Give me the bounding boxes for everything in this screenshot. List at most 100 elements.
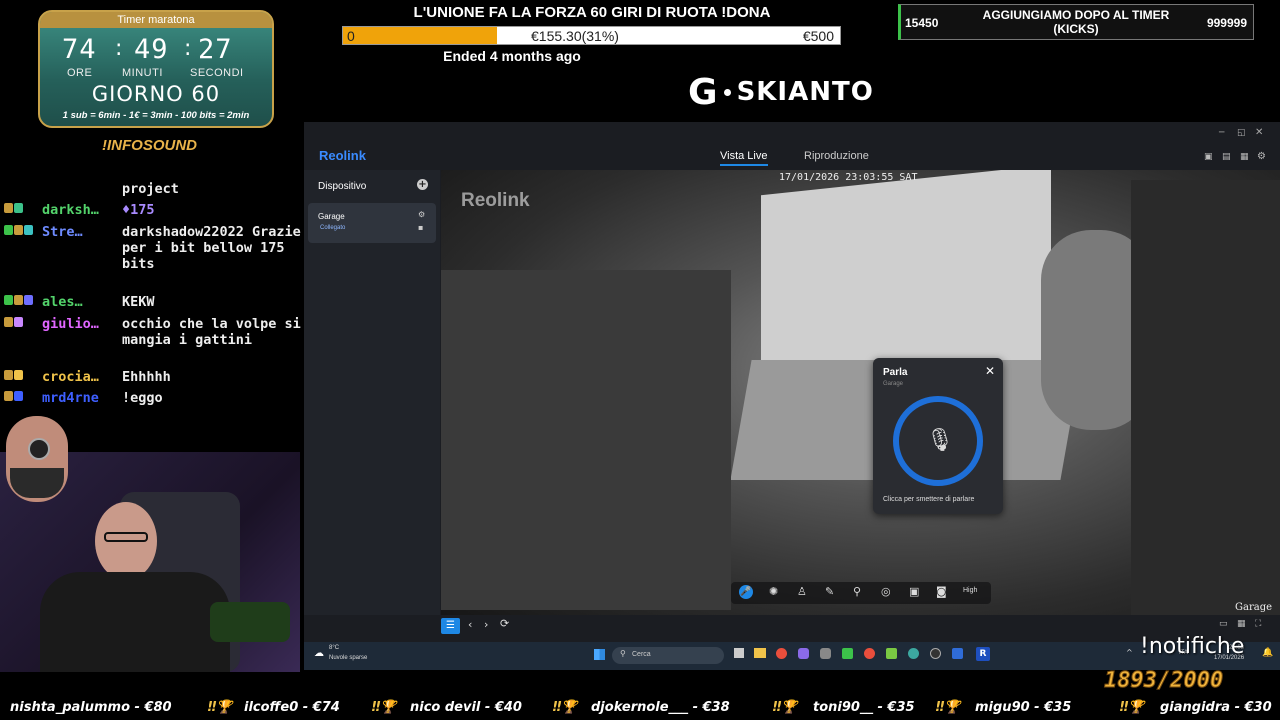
streamer-body — [40, 572, 230, 672]
grid-icon[interactable]: ▦ — [1237, 619, 1246, 629]
list-view-icon[interactable]: ☰ — [441, 618, 460, 634]
microphone-icon[interactable]: 🎤 — [739, 585, 753, 599]
weather-icon[interactable]: ☁ — [314, 648, 324, 659]
trophy-icon: ‼🏆 — [773, 700, 798, 715]
chat-badges — [4, 391, 24, 407]
search-icon: ⚲ — [620, 649, 626, 658]
layout-icon[interactable]: ▭ — [1219, 619, 1228, 629]
timer-day: GIORNO 60 — [91, 82, 221, 106]
infosound-label: !INFOSOUND — [102, 137, 197, 154]
kicks-text: AGGIUNGIAMO DOPO AL TIMER (KICKS) — [982, 8, 1170, 36]
pen-icon[interactable]: ✎ — [825, 585, 834, 598]
settings-icon[interactable]: ⚙ — [1257, 151, 1266, 162]
app-icon[interactable] — [864, 648, 875, 659]
emote-sunglasses — [28, 438, 50, 460]
video-watermark: Reolink — [461, 190, 530, 211]
close-icon[interactable]: ✕ — [985, 364, 995, 378]
message-icon[interactable]: ▣ — [1204, 152, 1213, 162]
tab-playback[interactable]: Riproduzione — [804, 150, 869, 162]
tray-chevron-icon[interactable]: ^ — [1126, 648, 1133, 657]
chat-username[interactable]: giulio… — [42, 316, 99, 332]
timer-hours: 74 — [62, 34, 97, 65]
minimize-icon[interactable]: ─ — [1219, 128, 1224, 138]
chat-message-text: project — [122, 181, 179, 197]
fullscreen-icon[interactable]: ⛶ — [1255, 619, 1261, 629]
device-edit-icon[interactable]: ▪ — [418, 223, 423, 232]
app-icon[interactable] — [886, 648, 897, 659]
snapshot-icon[interactable]: ◙ — [936, 585, 947, 598]
trophy-icon: ‼🏆 — [208, 700, 233, 715]
restore-icon[interactable]: ◱ — [1237, 128, 1246, 138]
chat-username[interactable]: mrd4rne — [42, 390, 99, 406]
explorer-icon[interactable] — [754, 648, 766, 658]
notification-bell-icon[interactable]: 🔔 — [1262, 648, 1273, 658]
weather-desc: Nuvole sparse — [329, 655, 368, 661]
kicks-goal-box: 15450 AGGIUNGIAMO DOPO AL TIMER (KICKS) … — [898, 4, 1254, 40]
glasses — [104, 532, 148, 542]
record-icon[interactable]: ▣ — [909, 585, 919, 598]
shelves — [441, 270, 731, 610]
obs-icon[interactable] — [930, 648, 941, 659]
windows-taskbar: ☁ 8°C Nuvole sparse ⚲ Cerca R ^ ITA 23:0… — [304, 642, 1280, 670]
kicks-target: 999999 — [1206, 16, 1247, 30]
donation-ticker: nishta_palummo - €80 ‼🏆 ilcoffe0 - €74 ‼… — [0, 696, 1280, 720]
refresh-icon[interactable]: ⟳ — [500, 617, 509, 630]
zoom-icon[interactable]: ⚲ — [853, 585, 861, 598]
live-video-feed[interactable]: Reolink 17/01/2026 23:03:55 SAT Garage 🎤… — [441, 170, 1280, 615]
weather-temp: 8°C — [329, 645, 340, 651]
lock-icon[interactable]: ▦ — [1240, 152, 1249, 162]
ticker-item: giangidra - €30 — [1160, 700, 1272, 715]
reolink-app-icon[interactable]: R — [976, 647, 990, 661]
talk-button[interactable]: 🎙 — [893, 396, 983, 486]
logo-letter: G — [688, 71, 718, 113]
taskview-icon[interactable] — [734, 648, 744, 658]
close-icon[interactable]: ✕ — [1255, 127, 1263, 138]
chat-message-text: KEKW — [122, 294, 155, 310]
next-icon[interactable]: › — [484, 618, 488, 631]
steam-icon[interactable] — [952, 648, 963, 659]
chat-message-text: ♦175 — [122, 202, 155, 218]
chat-icon[interactable]: ▤ — [1222, 152, 1231, 162]
timer-minutes: 49 — [134, 34, 169, 65]
talk-dialog-title: Parla — [883, 367, 908, 378]
donation-start: 0 — [347, 28, 355, 44]
chat-badges — [4, 317, 24, 333]
device-item-garage[interactable]: Garage Collegato ⚙ ▪ — [308, 203, 436, 243]
talk-hint: Clicca per smettere di parlare — [883, 496, 975, 503]
tab-live[interactable]: Vista Live — [720, 150, 768, 166]
siren-icon[interactable]: ♙ — [797, 585, 807, 598]
prev-icon[interactable]: ‹ — [468, 618, 472, 631]
chat-username[interactable]: ales… — [42, 294, 83, 310]
chat-username[interactable]: crocia… — [42, 369, 99, 385]
quality-toggle[interactable]: High — [963, 587, 977, 594]
desk-plant — [210, 602, 290, 642]
app-icon[interactable] — [842, 648, 853, 659]
donation-goal-title: L'UNIONE FA LA FORZA 60 GIRI DI RUOTA !D… — [413, 4, 771, 21]
app-icon[interactable] — [798, 648, 809, 659]
timer-colon: : — [184, 36, 192, 61]
windows-start-icon[interactable] — [594, 649, 605, 660]
camera-label: Garage — [1235, 602, 1273, 613]
taskbar-search[interactable]: ⚲ Cerca — [612, 647, 724, 664]
timer-colon: : — [115, 36, 123, 61]
chat-username[interactable]: darksh… — [42, 202, 99, 218]
chat-message-text: darkshadow22022 Grazie per i bit bellow … — [122, 224, 301, 272]
emote-avatar — [6, 416, 68, 502]
kicks-current: 15450 — [905, 16, 939, 30]
right-shelves — [1131, 180, 1280, 615]
donation-progress-bar: 0 €155.30(31%) €500 — [342, 26, 841, 45]
device-name: Garage — [318, 212, 345, 221]
add-device-button[interactable]: + — [417, 179, 428, 190]
timer-minutes-label: MINUTI — [122, 67, 163, 79]
app-icon[interactable] — [908, 648, 919, 659]
device-sidebar: Dispositivo + Garage Collegato ⚙ ▪ — [304, 170, 440, 622]
app-icon[interactable] — [820, 648, 831, 659]
chat-badges — [4, 225, 34, 241]
chrome-icon[interactable] — [776, 648, 787, 659]
chat-username[interactable]: Stre… — [42, 224, 83, 240]
logo-name: SKIANTO — [736, 77, 874, 107]
target-icon[interactable]: ◎ — [881, 585, 891, 598]
donation-current: €155.30(31%) — [531, 28, 619, 44]
ptz-icon[interactable]: ✺ — [769, 585, 778, 598]
device-settings-icon[interactable]: ⚙ — [418, 210, 425, 219]
